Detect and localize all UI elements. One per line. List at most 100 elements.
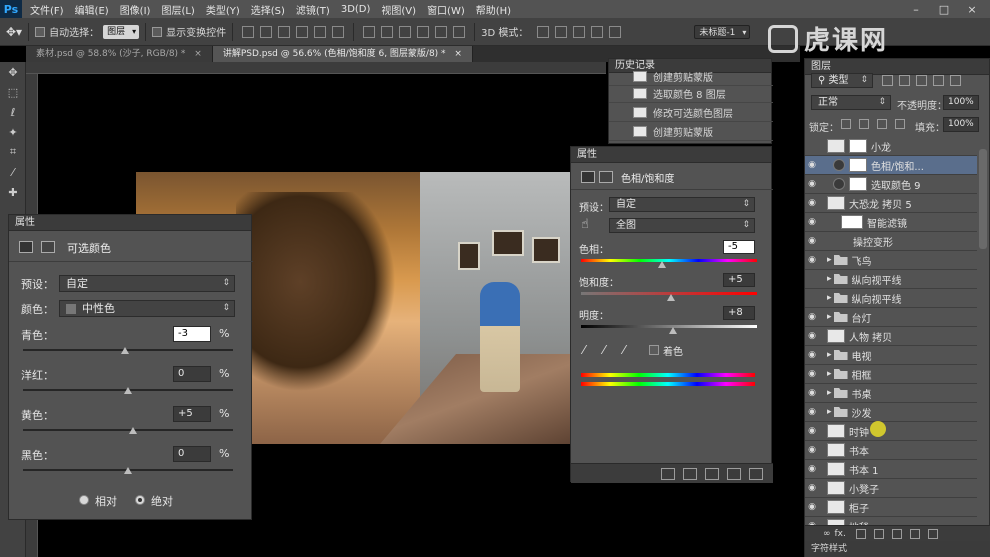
align-left-icon[interactable] bbox=[296, 25, 309, 38]
lightness-slider-thumb[interactable] bbox=[669, 327, 677, 334]
delete-layer-icon[interactable] bbox=[927, 528, 938, 539]
layer-row[interactable]: ◉ ▸ 台灯 bbox=[805, 308, 977, 327]
absolute-radio[interactable] bbox=[135, 495, 145, 505]
visibility-eye-icon[interactable]: ◉ bbox=[805, 179, 819, 189]
color-dropdown[interactable]: 中性色 bbox=[59, 300, 235, 317]
tab-sucai[interactable]: 素材.psd @ 58.8% (沙子, RGB/8) * × bbox=[26, 46, 213, 62]
new-adjustment-icon[interactable] bbox=[873, 528, 884, 539]
minimize-icon[interactable]: – bbox=[902, 0, 930, 18]
distribute-middle-icon[interactable] bbox=[381, 25, 394, 38]
menu-type[interactable]: 类型(Y) bbox=[206, 2, 240, 17]
hue-slider-track[interactable] bbox=[581, 259, 757, 262]
mask-icon[interactable] bbox=[599, 171, 613, 183]
maximize-icon[interactable]: □ bbox=[930, 0, 958, 18]
align-bottom-icon[interactable] bbox=[278, 25, 291, 38]
layer-mask-thumbnail[interactable] bbox=[849, 158, 867, 172]
menu-file[interactable]: 文件(F) bbox=[30, 2, 64, 17]
menu-window[interactable]: 窗口(W) bbox=[427, 2, 465, 17]
workspace-dropdown[interactable]: 未标题-1 bbox=[694, 24, 751, 40]
menu-image[interactable]: 图像(I) bbox=[120, 2, 151, 17]
yellow-slider-thumb[interactable] bbox=[129, 427, 138, 434]
visibility-eye-icon[interactable]: ◉ bbox=[805, 445, 819, 455]
shape-filter-icon[interactable] bbox=[933, 75, 944, 86]
visibility-eye-icon[interactable]: ◉ bbox=[805, 464, 819, 474]
3d-slide-icon[interactable] bbox=[591, 25, 604, 38]
pixel-filter-icon[interactable] bbox=[882, 75, 893, 86]
layer-row[interactable]: ◉ ▸ 沙发 bbox=[805, 403, 977, 422]
move-tool-icon[interactable]: ✥ bbox=[0, 62, 26, 82]
cyan-slider-thumb[interactable] bbox=[120, 347, 129, 354]
tab-close-icon[interactable]: × bbox=[454, 49, 462, 59]
trash-icon[interactable] bbox=[749, 467, 763, 480]
visibility-eye-icon[interactable]: ◉ bbox=[805, 255, 819, 265]
lock-position-icon[interactable] bbox=[877, 119, 887, 129]
layer-row[interactable]: ◉ 书本 1 bbox=[805, 460, 977, 479]
tab-jiangjie[interactable]: 讲解PSD.psd @ 56.6% (色相/饱和度 6, 图层蒙版/8) * × bbox=[212, 46, 473, 62]
move-tool-icon[interactable]: ✥▾ bbox=[6, 25, 22, 39]
new-group-icon[interactable] bbox=[891, 528, 902, 539]
add-mask-icon[interactable] bbox=[855, 528, 866, 539]
eyedropper-tool-icon[interactable]: ⁄ bbox=[0, 162, 26, 182]
visibility-eye-icon[interactable]: ◉ bbox=[805, 160, 819, 170]
view-previous-icon[interactable] bbox=[683, 467, 697, 480]
layer-row[interactable]: ▸ 纵向视平线 bbox=[805, 270, 977, 289]
expand-arrow-icon[interactable]: ▸ bbox=[827, 293, 832, 303]
lock-all-icon[interactable] bbox=[895, 119, 905, 129]
3d-roll-icon[interactable] bbox=[555, 25, 568, 38]
3d-scale-icon[interactable] bbox=[609, 25, 622, 38]
layer-row[interactable]: ◉ 人物 拷贝 bbox=[805, 327, 977, 346]
lightness-input[interactable]: +8 bbox=[723, 306, 755, 320]
visibility-eye-icon[interactable]: ◉ bbox=[805, 217, 819, 227]
distribute-left-icon[interactable] bbox=[417, 25, 430, 38]
distribute-center-icon[interactable] bbox=[435, 25, 448, 38]
expand-arrow-icon[interactable]: ▸ bbox=[827, 255, 832, 265]
layer-row[interactable]: ◉ 小凳子 bbox=[805, 479, 977, 498]
mask-icon[interactable] bbox=[41, 241, 55, 253]
expand-arrow-icon[interactable]: ▸ bbox=[827, 407, 832, 417]
yellow-input[interactable]: +5 bbox=[173, 406, 211, 422]
visibility-eye-icon[interactable]: ◉ bbox=[805, 198, 819, 208]
layer-row[interactable]: ◉ 选取颜色 9 bbox=[805, 175, 977, 194]
auto-select-target-dropdown[interactable]: 图层 bbox=[103, 24, 140, 39]
healing-tool-icon[interactable]: ✚ bbox=[0, 182, 26, 202]
magenta-input[interactable]: 0 bbox=[173, 366, 211, 382]
layer-row[interactable]: ◉ ▸ 书桌 bbox=[805, 384, 977, 403]
layer-row[interactable]: ◉ 书本 bbox=[805, 441, 977, 460]
saturation-input[interactable]: +5 bbox=[723, 273, 755, 287]
black-input[interactable]: 0 bbox=[173, 446, 211, 462]
lock-transparent-icon[interactable] bbox=[841, 119, 851, 129]
layer-row[interactable]: ◉ ▸ 飞鸟 bbox=[805, 251, 977, 270]
history-item[interactable]: 修改可选颜色图层 bbox=[609, 103, 773, 122]
history-item[interactable]: 选取颜色 8 图层 bbox=[609, 84, 773, 103]
menu-filter[interactable]: 滤镜(T) bbox=[296, 2, 330, 17]
crop-tool-icon[interactable]: ⌗ bbox=[0, 142, 26, 162]
expand-arrow-icon[interactable]: ▸ bbox=[827, 350, 832, 360]
colorize-checkbox[interactable] bbox=[649, 345, 659, 355]
layer-row[interactable]: ▸ 纵向视平线 bbox=[805, 289, 977, 308]
visibility-eye-icon[interactable]: ◉ bbox=[805, 350, 819, 360]
layer-row[interactable]: ◉ 色相/饱和... bbox=[805, 156, 977, 175]
eyedropper-minus-icon[interactable]: ⁄ bbox=[623, 343, 625, 357]
hand-targeted-adjust-icon[interactable]: ☝ bbox=[581, 217, 589, 232]
expand-arrow-icon[interactable]: ▸ bbox=[827, 274, 832, 284]
distribute-right-icon[interactable] bbox=[453, 25, 466, 38]
range-dropdown[interactable]: 全图 bbox=[609, 218, 755, 233]
smart-filter-icon[interactable] bbox=[950, 75, 961, 86]
menu-edit[interactable]: 编辑(E) bbox=[75, 2, 109, 17]
relative-radio[interactable] bbox=[79, 495, 89, 505]
layers-scrollbar[interactable] bbox=[979, 149, 987, 249]
distribute-top-icon[interactable] bbox=[363, 25, 376, 38]
layer-mask-thumbnail[interactable] bbox=[849, 177, 867, 191]
reset-icon[interactable] bbox=[705, 467, 719, 480]
layer-filter-dropdown[interactable]: ⚲ 类型 bbox=[811, 73, 873, 88]
menu-select[interactable]: 选择(S) bbox=[251, 2, 285, 17]
expand-arrow-icon[interactable]: ▸ bbox=[827, 312, 832, 322]
visibility-eye-icon[interactable]: ◉ bbox=[805, 502, 819, 512]
new-layer-icon[interactable] bbox=[909, 528, 920, 539]
cyan-input[interactable]: -3 bbox=[173, 326, 211, 342]
layer-row[interactable]: ◉ ▸ 电视 bbox=[805, 346, 977, 365]
tab-close-icon[interactable]: × bbox=[194, 49, 202, 59]
layer-row[interactable]: 小龙 bbox=[805, 137, 977, 156]
align-center-icon[interactable] bbox=[314, 25, 327, 38]
visibility-eye-icon[interactable]: ◉ bbox=[805, 483, 819, 493]
